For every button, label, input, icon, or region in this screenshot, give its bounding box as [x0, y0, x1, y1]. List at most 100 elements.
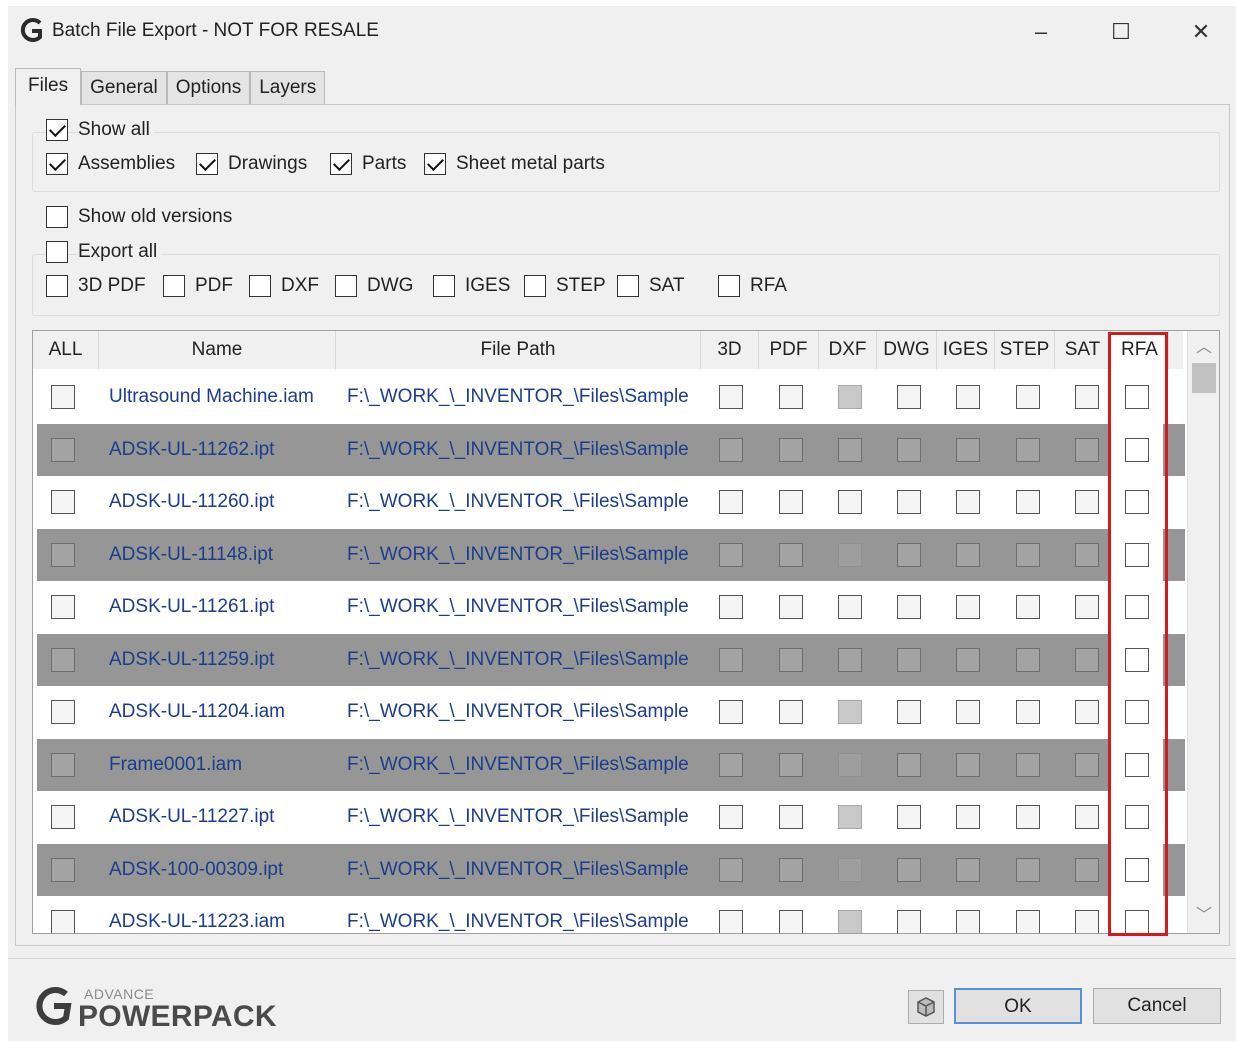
row-step-checkbox[interactable]: [1016, 490, 1040, 514]
show-old-versions-checkbox[interactable]: [46, 206, 68, 228]
row-select-checkbox[interactable]: [51, 857, 75, 882]
row-3d-checkbox[interactable]: [719, 647, 743, 672]
col-header-step[interactable]: STEP: [995, 331, 1055, 369]
col-header-all[interactable]: ALL: [33, 331, 99, 369]
tab-layers[interactable]: Layers: [250, 71, 326, 105]
table-row[interactable]: ADSK-UL-11261.ipt F:\_WORK_\_INVENTOR_\Fi…: [37, 581, 1185, 633]
row-dxf-checkbox[interactable]: [838, 647, 862, 672]
row-3d-checkbox[interactable]: [719, 490, 743, 514]
row-iges-checkbox[interactable]: [956, 437, 980, 462]
row-dwg-checkbox[interactable]: [897, 490, 921, 514]
grid-scrollbar[interactable]: ︿ ﹀: [1187, 331, 1219, 933]
row-iges-checkbox[interactable]: [956, 805, 980, 829]
row-step-checkbox[interactable]: [1016, 437, 1040, 462]
row-3d-checkbox[interactable]: [719, 542, 743, 567]
row-step-checkbox[interactable]: [1016, 752, 1040, 777]
export-dxf-checkbox[interactable]: [249, 275, 271, 297]
col-header-name[interactable]: Name: [99, 331, 336, 369]
table-row[interactable]: ADSK-UL-11204.iam F:\_WORK_\_INVENTOR_\Fi…: [37, 686, 1185, 738]
row-rfa-checkbox[interactable]: [1125, 647, 1149, 672]
export-3dpdf-checkbox[interactable]: [46, 275, 68, 297]
row-step-checkbox[interactable]: [1016, 857, 1040, 882]
row-dwg-checkbox[interactable]: [897, 385, 921, 409]
row-sat-checkbox[interactable]: [1075, 857, 1099, 882]
row-select-checkbox[interactable]: [51, 595, 75, 619]
scroll-thumb[interactable]: [1192, 363, 1216, 393]
show-all-checkbox[interactable]: [46, 119, 68, 141]
row-pdf-checkbox[interactable]: [779, 700, 803, 724]
drawings-checkbox[interactable]: [196, 153, 218, 175]
row-dxf-checkbox[interactable]: [838, 490, 862, 514]
col-header-file-path[interactable]: File Path: [336, 331, 701, 369]
table-row[interactable]: Ultrasound Machine.iam F:\_WORK_\_INVENTO…: [37, 371, 1185, 423]
row-dxf-checkbox[interactable]: [838, 437, 862, 462]
row-3d-checkbox[interactable]: [719, 805, 743, 829]
row-pdf-checkbox[interactable]: [779, 542, 803, 567]
row-sat-checkbox[interactable]: [1075, 490, 1099, 514]
row-pdf-checkbox[interactable]: [779, 385, 803, 409]
row-select-checkbox[interactable]: [51, 542, 75, 567]
row-iges-checkbox[interactable]: [956, 700, 980, 724]
export-all-checkbox[interactable]: [46, 241, 68, 263]
table-row[interactable]: ADSK-UL-11259.ipt F:\_WORK_\_INVENTOR_\Fi…: [37, 633, 1185, 686]
row-dwg-checkbox[interactable]: [897, 752, 921, 777]
export-step-checkbox[interactable]: [524, 275, 546, 297]
row-dwg-checkbox[interactable]: [897, 910, 921, 933]
row-sat-checkbox[interactable]: [1075, 910, 1099, 933]
row-rfa-checkbox[interactable]: [1125, 700, 1149, 724]
table-row[interactable]: Frame0001.iam F:\_WORK_\_INVENTOR_\Files\…: [37, 738, 1185, 791]
row-iges-checkbox[interactable]: [956, 385, 980, 409]
row-3d-checkbox[interactable]: [719, 752, 743, 777]
row-dwg-checkbox[interactable]: [897, 857, 921, 882]
row-sat-checkbox[interactable]: [1075, 700, 1099, 724]
table-row[interactable]: ADSK-100-00309.ipt F:\_WORK_\_INVENTOR_\F…: [37, 843, 1185, 896]
row-rfa-checkbox[interactable]: [1125, 805, 1149, 829]
row-sat-checkbox[interactable]: [1075, 805, 1099, 829]
tab-general[interactable]: General: [81, 71, 167, 105]
row-rfa-checkbox[interactable]: [1125, 490, 1149, 514]
export-sat-checkbox[interactable]: [617, 275, 639, 297]
tab-files[interactable]: Files: [15, 68, 82, 105]
row-step-checkbox[interactable]: [1016, 700, 1040, 724]
ok-button[interactable]: OK: [954, 988, 1082, 1024]
row-sat-checkbox[interactable]: [1075, 437, 1099, 462]
row-step-checkbox[interactable]: [1016, 647, 1040, 672]
col-header-pdf[interactable]: PDF: [759, 331, 819, 369]
table-row[interactable]: ADSK-UL-11223.iam F:\_WORK_\_INVENTOR_\Fi…: [37, 896, 1185, 933]
row-rfa-checkbox[interactable]: [1125, 910, 1149, 933]
minimize-button[interactable]: –: [1018, 14, 1064, 50]
row-select-checkbox[interactable]: [51, 385, 75, 409]
table-row[interactable]: ADSK-UL-11262.ipt F:\_WORK_\_INVENTOR_\Fi…: [37, 423, 1185, 476]
export-dwg-checkbox[interactable]: [335, 275, 357, 297]
row-rfa-checkbox[interactable]: [1125, 857, 1149, 882]
row-iges-checkbox[interactable]: [956, 595, 980, 619]
row-pdf-checkbox[interactable]: [779, 647, 803, 672]
row-step-checkbox[interactable]: [1016, 595, 1040, 619]
row-sat-checkbox[interactable]: [1075, 595, 1099, 619]
close-button[interactable]: ✕: [1178, 14, 1224, 50]
row-iges-checkbox[interactable]: [956, 490, 980, 514]
row-3d-checkbox[interactable]: [719, 437, 743, 462]
row-sat-checkbox[interactable]: [1075, 752, 1099, 777]
row-3d-checkbox[interactable]: [719, 700, 743, 724]
row-select-checkbox[interactable]: [51, 805, 75, 829]
row-dwg-checkbox[interactable]: [897, 647, 921, 672]
row-iges-checkbox[interactable]: [956, 752, 980, 777]
table-row[interactable]: ADSK-UL-11260.ipt F:\_WORK_\_INVENTOR_\Fi…: [37, 476, 1185, 528]
row-select-checkbox[interactable]: [51, 437, 75, 462]
row-pdf-checkbox[interactable]: [779, 752, 803, 777]
assemblies-checkbox[interactable]: [46, 153, 68, 175]
row-pdf-checkbox[interactable]: [779, 857, 803, 882]
col-header-iges[interactable]: IGES: [937, 331, 995, 369]
row-dwg-checkbox[interactable]: [897, 437, 921, 462]
col-header-rfa[interactable]: RFA: [1111, 331, 1169, 369]
table-row[interactable]: ADSK-UL-11227.ipt F:\_WORK_\_INVENTOR_\Fi…: [37, 791, 1185, 843]
row-step-checkbox[interactable]: [1016, 805, 1040, 829]
row-dxf-checkbox[interactable]: [838, 595, 862, 619]
col-header-sat[interactable]: SAT: [1055, 331, 1111, 369]
row-pdf-checkbox[interactable]: [779, 910, 803, 933]
row-rfa-checkbox[interactable]: [1125, 385, 1149, 409]
row-step-checkbox[interactable]: [1016, 385, 1040, 409]
row-pdf-checkbox[interactable]: [779, 805, 803, 829]
row-select-checkbox[interactable]: [51, 910, 75, 933]
